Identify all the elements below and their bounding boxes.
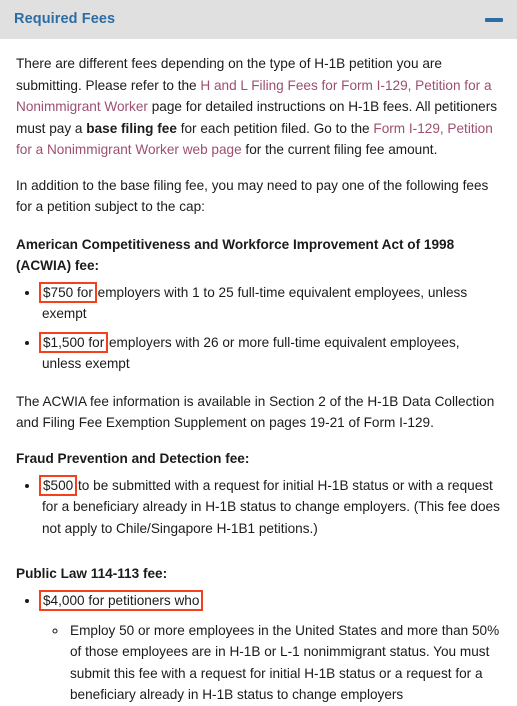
highlight-750-for: $750 for — [39, 281, 97, 303]
public-law-fee-list: $4,000 for petitioners who Employ 50 or … — [16, 590, 501, 706]
list-item: $1,500 for employers with 26 or more ful… — [38, 331, 501, 375]
list-item: $750 for employers with 1 to 25 full-tim… — [39, 281, 501, 325]
cap-note-paragraph: In addition to the base filing fee, you … — [16, 177, 489, 215]
acwia-note-paragraph: The ACWIA fee information is available i… — [16, 393, 495, 431]
required-fees-panel: Required Fees There are different fees d… — [0, 0, 517, 702]
panel-header-required-fees[interactable]: Required Fees — [0, 0, 517, 39]
intro-text-d: for the current filing fee amount. — [241, 142, 438, 157]
intro-paragraph: There are different fees depending on th… — [16, 53, 501, 161]
list-item: $500 to be submitted with a request for … — [38, 474, 501, 540]
fraud-fee-list: $500 to be submitted with a request for … — [16, 474, 501, 540]
highlight-500: $500 — [38, 474, 78, 496]
public-law-sub-list: Employ 50 or more employees in the Unite… — [42, 620, 501, 706]
public-law-fee-heading: Public Law 114-113 fee: — [16, 566, 168, 581]
list-item: Employ 50 or more employees in the Unite… — [68, 620, 501, 706]
intro-bold-base-filing-fee: base filing fee — [86, 120, 177, 136]
acwia-bullet2-text: employers with 26 or more full-time equi… — [42, 334, 460, 372]
minus-icon[interactable] — [485, 11, 503, 29]
list-item: $4,000 for petitioners who Employ 50 or … — [38, 590, 501, 706]
highlight-4000-for-petitioners-who: $4,000 for petitioners who — [38, 590, 204, 611]
acwia-fee-list: $750 for employers with 1 to 25 full-tim… — [16, 281, 501, 375]
highlight-1500-for: $1,500 for — [38, 331, 109, 353]
fraud-fee-heading: Fraud Prevention and Detection fee: — [16, 450, 250, 466]
acwia-fee-heading: American Competitiveness and Workforce I… — [16, 236, 455, 273]
intro-text-c: for each petition filed. Go to the — [176, 120, 374, 136]
fraud-bullet1-text: to be submitted with a request for initi… — [42, 477, 500, 536]
acwia-bullet1-text: employers with 1 to 25 full-time equival… — [42, 284, 468, 322]
page-title: Required Fees — [14, 11, 116, 28]
panel-body: There are different fees depending on th… — [0, 39, 517, 706]
